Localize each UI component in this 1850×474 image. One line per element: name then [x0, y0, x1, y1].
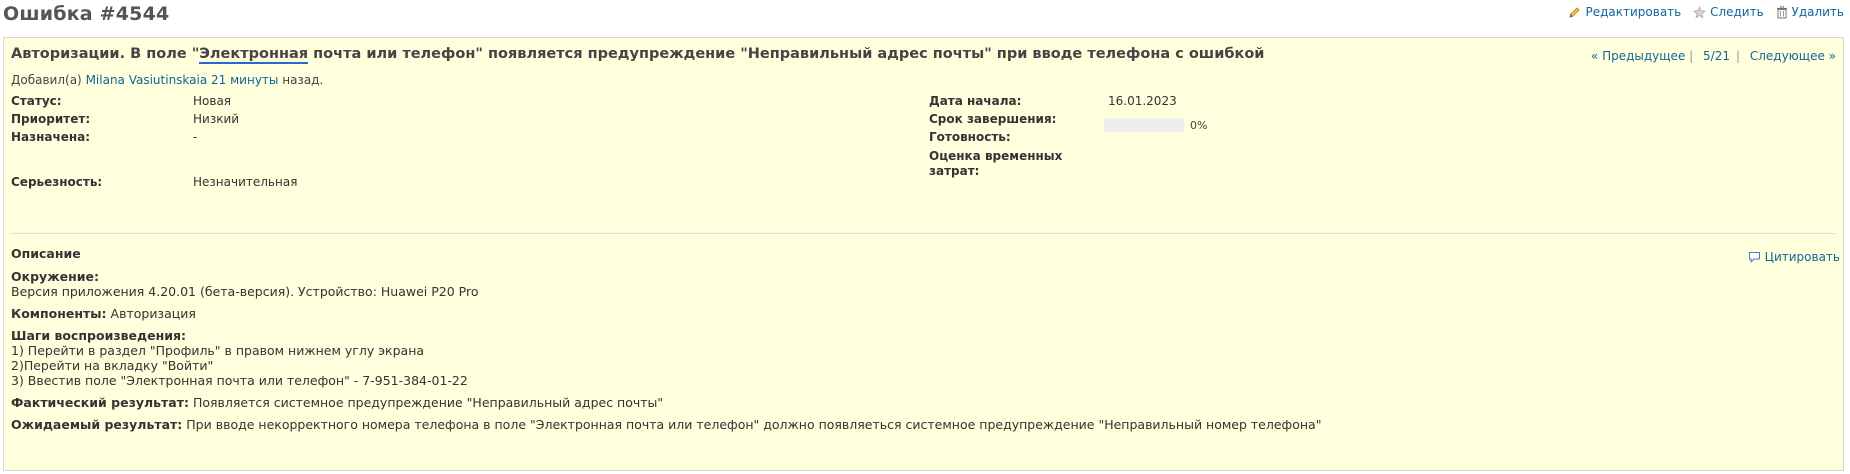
step-item: 2)Перейти на вкладку "Войти"	[11, 358, 214, 373]
quote-link[interactable]: Цитировать	[1765, 250, 1840, 264]
expected-result-text: При вводе некорректного номера телефона …	[186, 417, 1322, 432]
nav-separator: |	[1735, 49, 1741, 63]
status-value: Новая	[193, 94, 232, 108]
expected-result-block: Ожидаемый результат: При вводе некоррект…	[11, 417, 1711, 432]
description-heading: Описание	[11, 246, 81, 261]
issue-navigation: « Предыдущее | 5/21 | Следующее »	[1591, 49, 1836, 63]
subject-rest: почта или телефон" появляется предупрежд…	[308, 46, 1265, 62]
previous-issue-link[interactable]: « Предыдущее	[1591, 49, 1685, 63]
priority-label: Приоритет:	[11, 112, 91, 126]
components-text: Авторизация	[110, 306, 196, 321]
star-icon	[1693, 5, 1707, 18]
actual-result-text: Появляется системное предупреждение "Неп…	[192, 395, 664, 410]
watch-action[interactable]: Следить	[1693, 5, 1764, 19]
quote-action[interactable]: Цитировать	[1748, 250, 1840, 264]
step-item: 3) Ввестив поле "Электронная почта или т…	[11, 373, 468, 388]
status-label: Статус:	[11, 94, 62, 108]
done-ratio-progress: 0%	[1104, 118, 1207, 132]
severity-label: Серьезность:	[11, 175, 103, 189]
edit-link[interactable]: Редактировать	[1585, 5, 1681, 19]
start-date-value: 16.01.2023	[1108, 94, 1177, 108]
step-item: 1) Перейти в раздел "Профиль" в правом н…	[11, 343, 425, 358]
nav-separator: |	[1685, 49, 1694, 63]
environment-text: Версия приложения 4.20.01 (бета-версия).…	[11, 284, 479, 299]
next-issue-link[interactable]: Следующее »	[1750, 49, 1836, 63]
due-date-label: Срок завершения:	[929, 112, 1057, 126]
edit-action[interactable]: Редактировать	[1568, 5, 1681, 19]
contextual-actions: Редактировать Следить Удалить	[1560, 5, 1844, 22]
components-label: Компоненты:	[11, 306, 107, 321]
severity-value: Незначительная	[193, 175, 298, 189]
subject-underlined-word: Электронная	[199, 46, 309, 64]
issue-position-link[interactable]: 5/21	[1703, 49, 1730, 63]
priority-value: Низкий	[193, 112, 240, 126]
issue-details: Авторизации. В поле "Электронная почта и…	[3, 37, 1844, 471]
environment-block: Окружение: Версия приложения 4.20.01 (бе…	[11, 269, 1711, 299]
speech-bubble-icon	[1748, 252, 1760, 263]
watch-link[interactable]: Следить	[1710, 5, 1764, 19]
description-body: Окружение: Версия приложения 4.20.01 (бе…	[11, 269, 1711, 439]
done-ratio-label: Готовность:	[929, 130, 1011, 144]
author-prefix: Добавил(а)	[11, 73, 82, 87]
attributes-divider	[11, 233, 1836, 234]
page-title: Ошибка #4544	[3, 3, 170, 25]
start-date-label: Дата начала:	[929, 94, 1022, 108]
issue-author-line: Добавил(а) Milana Vasiutinskaia 21 минут…	[11, 73, 323, 87]
created-time-link[interactable]: 21 минуты	[211, 73, 278, 87]
steps-block: Шаги воспроизведения: 1) Перейти в разде…	[11, 328, 1711, 388]
expected-result-label: Ожидаемый результат:	[11, 417, 183, 432]
actual-result-label: Фактический результат:	[11, 395, 189, 410]
environment-label: Окружение:	[11, 269, 99, 284]
issue-subject: Авторизации. В поле "Электронная почта и…	[11, 46, 1265, 64]
assignee-label: Назначена:	[11, 130, 91, 144]
components-block: Компоненты: Авторизация	[11, 306, 1711, 321]
author-suffix: назад.	[282, 73, 324, 87]
progress-track	[1104, 118, 1184, 132]
assignee-value: -	[193, 130, 198, 144]
page-header: Ошибка #4544 Редактировать Следить Удали	[0, 0, 1850, 34]
author-link[interactable]: Milana Vasiutinskaia	[86, 73, 208, 87]
delete-link[interactable]: Удалить	[1792, 5, 1845, 19]
actual-result-block: Фактический результат: Появляется систем…	[11, 395, 1711, 410]
subject-prefix: Авторизации. В поле "	[11, 46, 200, 62]
steps-label: Шаги воспроизведения:	[11, 328, 186, 343]
done-ratio-value: 0%	[1190, 118, 1208, 132]
trash-icon	[1776, 5, 1787, 18]
estimated-time-label: Оценка временных затрат:	[929, 149, 1063, 178]
delete-action[interactable]: Удалить	[1776, 5, 1845, 19]
pencil-icon	[1569, 6, 1581, 18]
